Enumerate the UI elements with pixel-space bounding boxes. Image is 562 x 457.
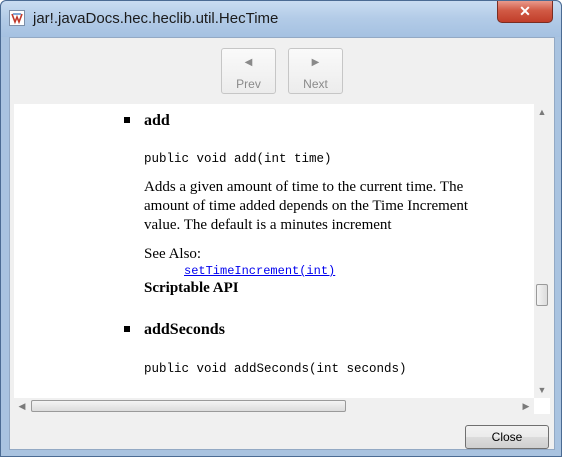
next-button-label: Next [303, 77, 328, 91]
see-also-link[interactable]: setTimeIncrement(int) [184, 264, 335, 278]
triangle-right-icon: ▶ [311, 57, 320, 68]
help-window: jar!.javaDocs.hec.heclib.util.HecTime ✕ … [0, 0, 562, 457]
method-name: add [144, 112, 170, 129]
scroll-left-icon[interactable]: ◀ [14, 398, 30, 414]
next-button[interactable]: ▶ Next [288, 48, 343, 94]
method-name: addSeconds [144, 321, 225, 338]
javadoc-content: add public void add(int time) Adds a giv… [14, 104, 534, 398]
window-close-button[interactable]: ✕ [497, 1, 553, 23]
window-client-area: ◀ Prev ▶ Next add public void add(int ti… [9, 37, 555, 450]
window-title: jar!.javaDocs.hec.heclib.util.HecTime [33, 10, 279, 27]
horizontal-scroll-thumb[interactable] [31, 400, 346, 412]
method-description: Adds a given amount of time to the curre… [144, 179, 469, 233]
triangle-left-icon: ◀ [244, 57, 253, 68]
close-button[interactable]: Close [465, 425, 549, 449]
scroll-down-icon[interactable]: ▼ [534, 382, 550, 398]
method-signature: public void add(int time) [144, 152, 332, 166]
title-bar[interactable]: jar!.javaDocs.hec.heclib.util.HecTime ✕ [1, 1, 561, 37]
scroll-right-icon[interactable]: ▶ [518, 398, 534, 414]
vertical-scroll-thumb[interactable] [536, 284, 548, 306]
scroll-up-icon[interactable]: ▲ [534, 104, 550, 120]
java-app-icon [9, 10, 25, 26]
vertical-scrollbar[interactable]: ▲ ▼ [534, 104, 550, 398]
javadoc-viewer: add public void add(int time) Adds a giv… [14, 104, 550, 414]
prev-button-label: Prev [236, 77, 261, 91]
scrollbar-corner [534, 398, 550, 414]
scriptable-api-note: Scriptable API [144, 280, 239, 296]
horizontal-scrollbar[interactable]: ◀ ▶ [14, 398, 534, 414]
close-icon: ✕ [519, 3, 531, 19]
prev-button[interactable]: ◀ Prev [221, 48, 276, 94]
bullet-icon [124, 117, 130, 123]
see-also-label: See Also: [144, 246, 202, 262]
method-signature: public void addSeconds(int seconds) [144, 362, 407, 376]
bullet-icon [124, 326, 130, 332]
